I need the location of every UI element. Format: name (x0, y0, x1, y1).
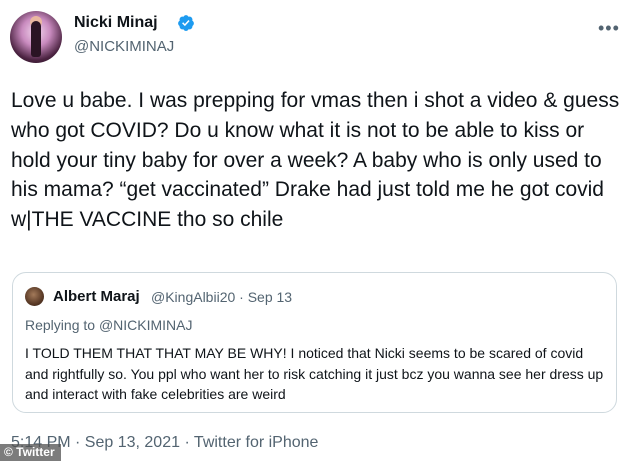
more-dots-icon[interactable]: ••• (598, 18, 620, 39)
replying-prefix: Replying to (25, 317, 96, 333)
replying-handle-link[interactable]: @NICKIMINAJ (99, 317, 193, 333)
quote-date: Sep 13 (247, 289, 293, 305)
author-avatar[interactable] (10, 11, 62, 63)
quote-author-name[interactable]: Albert Maraj (53, 288, 140, 305)
separator-dot: · (239, 289, 248, 305)
author-handle[interactable]: @NICKIMINAJ (74, 38, 174, 55)
replying-to: Replying to @NICKIMINAJ (25, 317, 193, 333)
image-credit: © Twitter (0, 444, 61, 461)
quote-author-handle: @KingAlbii20 (151, 289, 236, 305)
tweet-text: Love u babe. I was prepping for vmas the… (11, 89, 620, 232)
author-name[interactable]: Nicki Minaj (74, 14, 158, 32)
quote-meta: @KingAlbii20 · Sep 13 (151, 289, 292, 305)
quoted-tweet[interactable]: Albert Maraj @KingAlbii20 · Sep 13 Reply… (12, 272, 617, 413)
quote-avatar[interactable] (25, 287, 44, 306)
quote-text: I TOLD THEM THAT THAT MAY BE WHY! I noti… (25, 345, 604, 402)
verified-badge-icon (178, 15, 194, 31)
avatar-figure-body (31, 21, 41, 57)
